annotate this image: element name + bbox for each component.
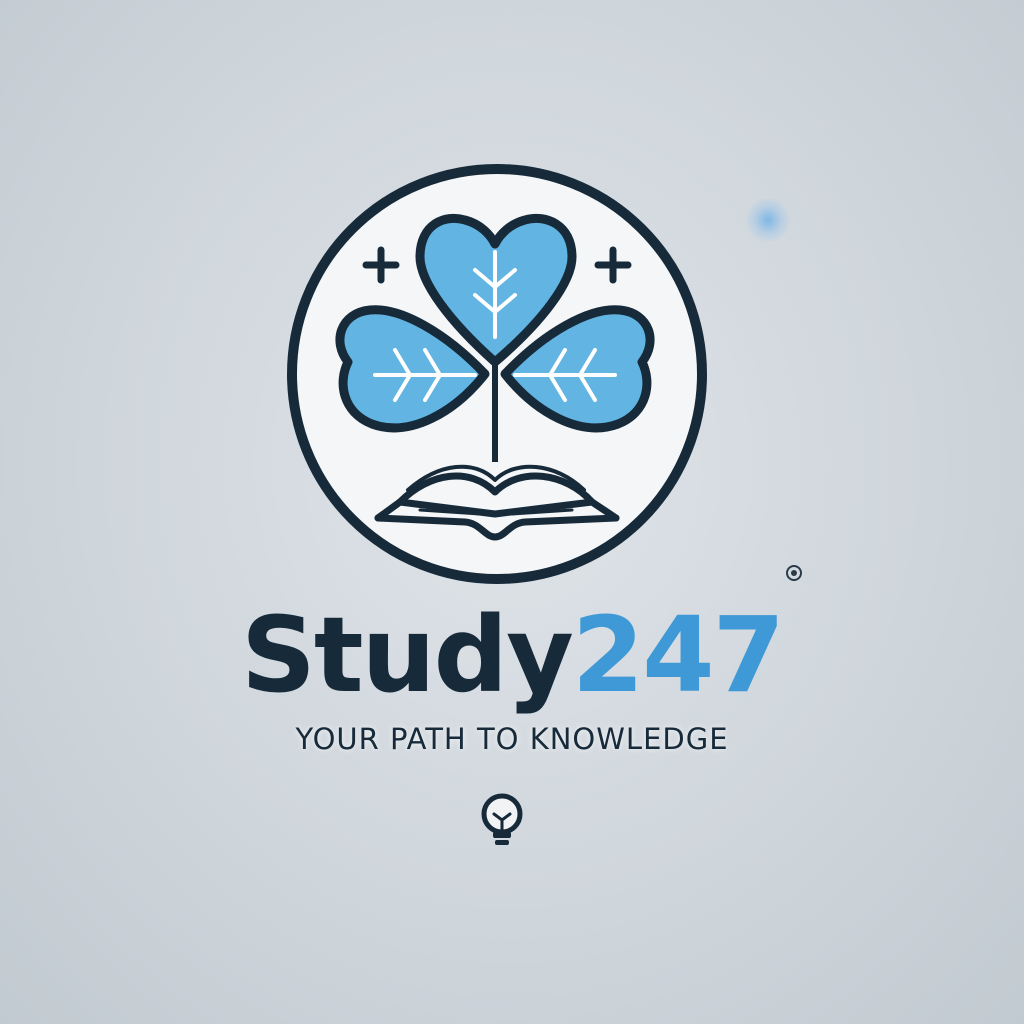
tagline: Your Path to Knowledge [295, 722, 729, 756]
brand-name: Study247 [0, 590, 1024, 720]
glow-dot [746, 198, 790, 242]
clover-book-icon [287, 164, 707, 584]
brand-name-digits: 247 [571, 594, 785, 716]
registered-mark-icon [786, 565, 802, 581]
logo-canvas: Study247 Your Path to Knowledge [0, 0, 1024, 1024]
brand-name-word: Study [241, 594, 574, 716]
lightbulb-icon [481, 793, 523, 845]
